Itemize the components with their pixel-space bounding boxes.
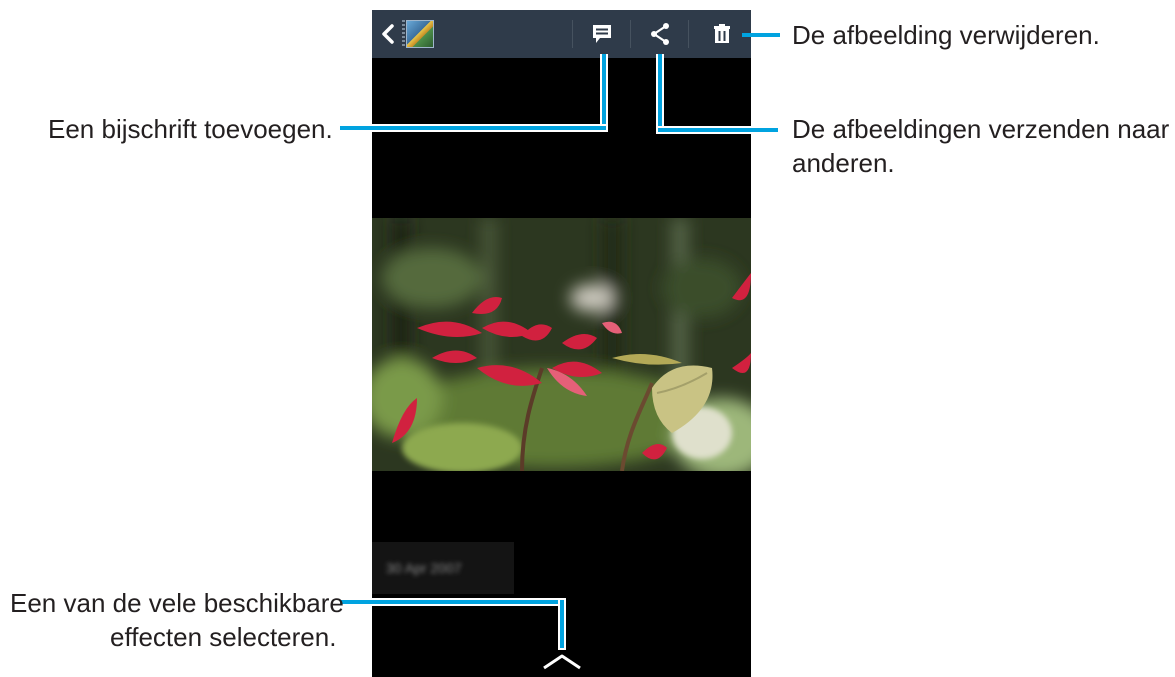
chevron-up-icon [543,654,581,670]
divider [630,20,631,48]
share-button[interactable] [634,10,686,58]
share-callout-vertical [658,54,662,132]
share-callout-label-1: De afbeeldingen verzenden naar [792,114,1170,144]
action-bar [372,10,751,58]
chevron-left-icon [382,24,394,44]
effects-callout-label-1: Een van de vele beschikbare [10,588,344,618]
caption-icon [593,25,611,43]
effects-callout-vertical [560,600,564,648]
effects-callout-label-2: effecten selecteren. [110,622,337,652]
delete-callout-line [742,33,780,37]
date-text: 30 Apr 2007 [386,560,462,576]
photo-image [372,218,751,471]
caption-button[interactable] [576,10,628,58]
thumbnail-edge [402,20,405,48]
album-thumbnail [406,20,434,48]
trash-icon [713,24,730,43]
divider [688,20,689,48]
back-button[interactable] [372,10,438,58]
share-callout-horizontal [658,128,778,132]
divider [572,20,573,48]
phone-screen: 30 Apr 2007 [372,10,751,677]
caption-callout-horizontal [340,126,606,130]
delete-callout-label: De afbeelding verwijderen. [792,20,1100,50]
caption-callout-label: Een bijschrift toevoegen. [48,114,333,144]
caption-callout-vertical [602,54,606,130]
photo-view[interactable] [372,218,751,471]
effects-callout-horizontal [340,600,564,604]
effects-handle[interactable] [540,648,584,672]
date-label: 30 Apr 2007 [372,542,514,594]
share-callout-label-2: anderen. [792,148,895,178]
share-icon [651,23,669,45]
